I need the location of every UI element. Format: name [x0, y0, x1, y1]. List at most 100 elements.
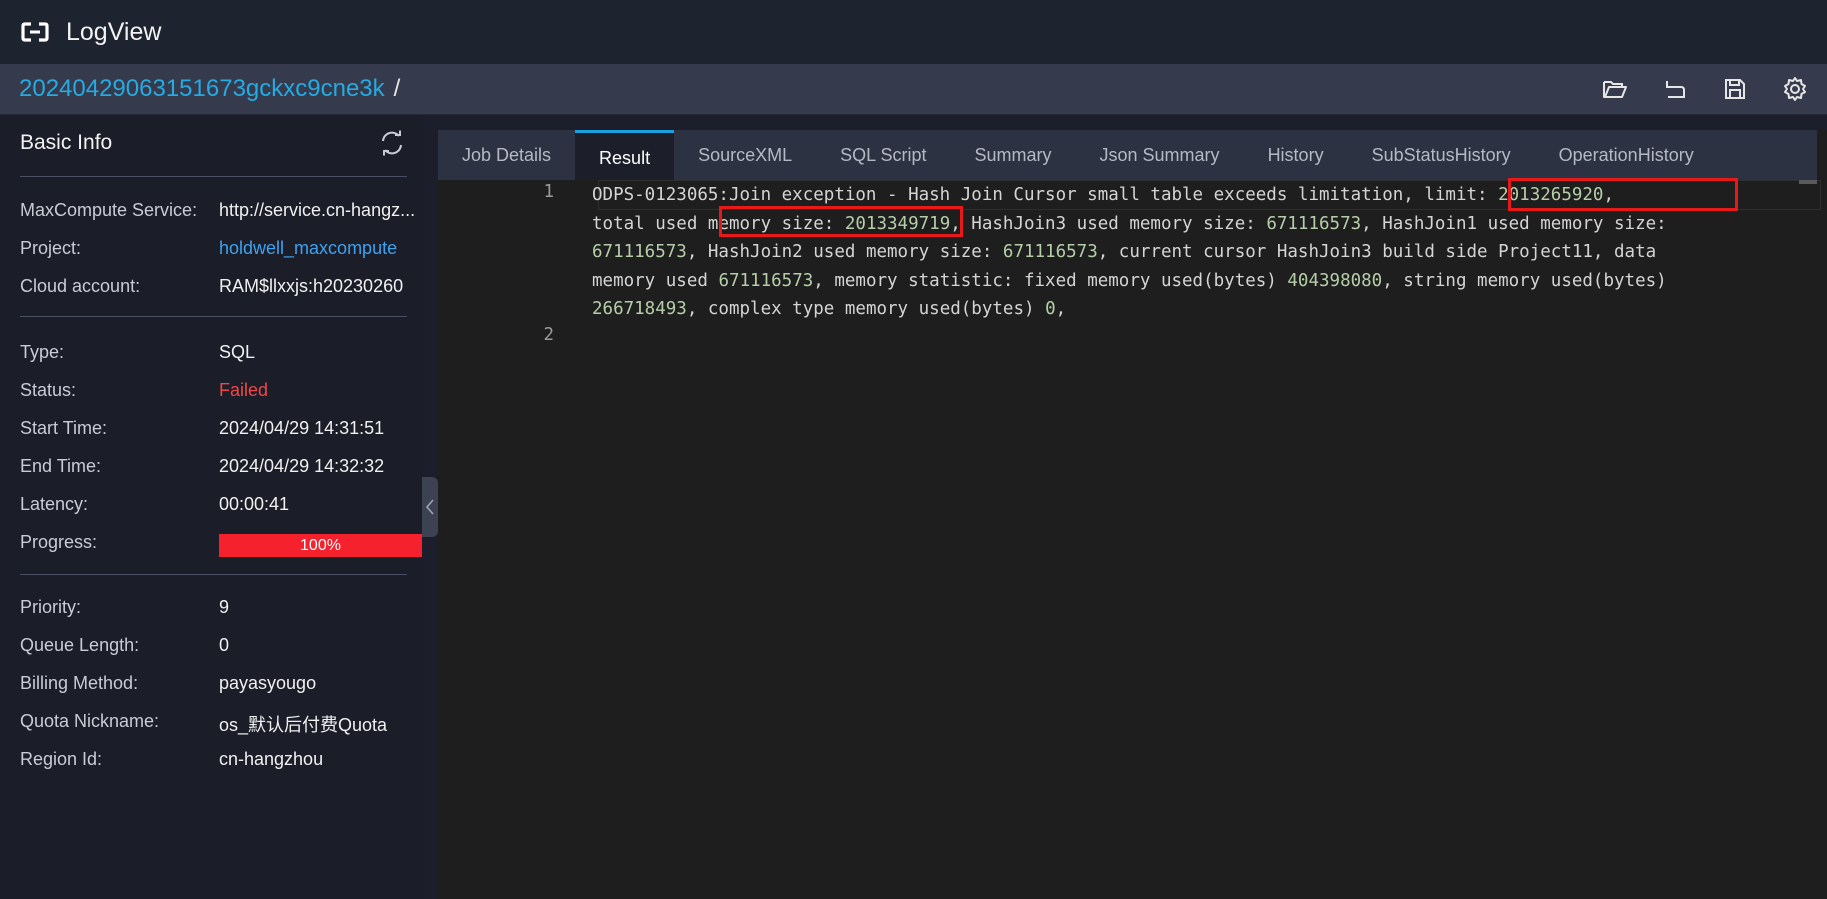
code-text: , HashJoin3 used memory size:: [950, 213, 1267, 234]
info-label: Priority:: [20, 597, 82, 617]
info-label: Cloud account:: [20, 276, 141, 296]
save-button[interactable]: [1713, 67, 1757, 111]
info-value: http://service.cn-hangz...: [219, 200, 416, 220]
code-text: , string memory used(bytes): [1382, 270, 1667, 291]
info-value: 0: [219, 635, 230, 655]
code-text: memory used: [592, 270, 719, 291]
info-value: os_默认后付费Quota: [219, 715, 388, 735]
status-value: Failed: [219, 380, 269, 400]
code-text: ,: [1055, 299, 1067, 319]
info-row-queue-length: Queue Length: 0: [0, 626, 422, 664]
job-bar: 20240429063151673gckxc9cne3k /: [0, 64, 1827, 115]
info-label: Type:: [20, 342, 65, 362]
basic-info-header: Basic Info: [0, 115, 422, 173]
info-label: Region Id:: [20, 749, 103, 769]
info-value: 00:00:41: [219, 494, 290, 514]
info-value: cn-hangzhou: [219, 749, 324, 769]
info-value: SQL: [219, 342, 256, 362]
settings-button[interactable]: [1773, 67, 1817, 111]
tab-operation-history[interactable]: OperationHistory: [1535, 130, 1718, 180]
info-row-region-id: Region Id: cn-hangzhou: [0, 740, 422, 778]
info-label: Progress:: [20, 532, 98, 552]
tab-bar: Job Details Result SourceXML SQL Script …: [438, 130, 1817, 180]
code-text: , HashJoin1 used memory size:: [1361, 213, 1667, 234]
code-text: ,: [1603, 185, 1615, 205]
info-label: MaxCompute Service:: [20, 200, 198, 220]
info-value: RAM$llxxjs:h20230260: [219, 276, 404, 296]
info-row-latency: Latency: 00:00:41: [0, 485, 422, 523]
info-row-progress: Progress: 100%: [0, 523, 422, 561]
code-number: 0: [1045, 299, 1056, 319]
refresh-button[interactable]: [378, 129, 406, 157]
project-link[interactable]: holdwell_maxcompute: [219, 238, 419, 259]
code-number: 404398080: [1287, 270, 1383, 291]
info-label: Quota Nickname:: [20, 711, 160, 731]
job-id-link[interactable]: 20240429063151673gckxc9cne3k: [19, 75, 385, 103]
tab-sql-script[interactable]: SQL Script: [816, 130, 950, 180]
code-line: memory used 671116573, memory statistic:…: [592, 267, 1822, 296]
tab-sub-status-history[interactable]: SubStatusHistory: [1348, 130, 1535, 180]
code-line: 266718493, complex type memory used(byte…: [592, 295, 1822, 324]
info-row-end-time: End Time: 2024/04/29 14:32:32: [0, 447, 422, 485]
code-text: memory size:: [707, 213, 845, 234]
info-row-billing-method: Billing Method: payasyougo: [0, 664, 422, 702]
folder-open-icon: [1603, 81, 1627, 98]
result-editor[interactable]: 1 2 ODPS-0123065:Join exception - Hash J…: [438, 178, 1821, 899]
code-number: 2013349719: [844, 213, 951, 234]
code-number: 2013265920: [1498, 185, 1604, 205]
line-number: 1: [543, 182, 554, 202]
undo-icon: [1666, 81, 1685, 98]
tab-history[interactable]: History: [1244, 130, 1348, 180]
tab-job-details[interactable]: Job Details: [438, 130, 575, 180]
refresh-icon: [382, 130, 402, 156]
breadcrumb-separator: /: [393, 75, 401, 102]
info-row-quota-nickname: Quota Nickname: os_默认后付费Quota: [0, 702, 422, 740]
tab-json-summary[interactable]: Json Summary: [1076, 130, 1244, 180]
code-text: , current cursor HashJoin3 build side Pr…: [1097, 242, 1657, 262]
code-text: limit:: [1424, 185, 1499, 205]
top-bar: LogView: [0, 0, 1827, 64]
code-text: total used: [592, 213, 708, 234]
info-value: 2024/04/29 14:32:32: [219, 456, 385, 476]
code-number: 266718493: [592, 299, 687, 319]
info-label: Latency:: [20, 494, 89, 514]
info-label: Project:: [20, 238, 82, 258]
code-number: 671116573: [718, 270, 814, 291]
gear-icon: [1784, 77, 1806, 101]
code-text: , memory statistic: fixed memory used(by…: [813, 270, 1288, 291]
info-row-status: Status: Failed: [0, 371, 422, 409]
info-row-maxcompute-service: MaxCompute Service: http://service.cn-ha…: [0, 191, 422, 229]
line-number: 2: [543, 325, 554, 345]
info-value: 9: [219, 597, 230, 617]
undo-button[interactable]: [1653, 67, 1697, 111]
info-label: Queue Length:: [20, 635, 140, 655]
info-row-start-time: Start Time: 2024/04/29 14:31:51: [0, 409, 422, 447]
open-file-button[interactable]: [1593, 67, 1637, 111]
code-number: 671116573: [1266, 213, 1362, 234]
progress-fill: 100%: [219, 534, 422, 557]
code-line: ODPS-0123065:Join exception - Hash Join …: [592, 181, 1822, 210]
collapse-sidebar-button[interactable]: [422, 477, 438, 537]
info-row-project: Project: holdwell_maxcompute: [0, 229, 422, 267]
basic-info-title: Basic Info: [20, 131, 113, 154]
progress-bar: 100%: [219, 534, 422, 557]
code-line: total used memory size: 2013349719, Hash…: [592, 210, 1822, 239]
tab-source-xml[interactable]: SourceXML: [674, 130, 816, 180]
code-line: 671116573, HashJoin2 used memory size: 6…: [592, 238, 1822, 267]
tab-summary[interactable]: Summary: [951, 130, 1076, 180]
info-value: payasyougo: [219, 673, 317, 693]
info-row-priority: Priority: 9: [0, 588, 422, 626]
tab-result[interactable]: Result: [575, 130, 675, 180]
app-title: LogView: [66, 17, 162, 46]
info-label: End Time:: [20, 456, 102, 476]
chevron-left-icon: [425, 499, 434, 515]
code-text: ODPS-0123065:Join exception - Hash Join …: [592, 185, 1425, 205]
info-label: Start Time:: [20, 418, 108, 438]
logo-icon: [20, 21, 50, 43]
code-number: 671116573: [1002, 242, 1098, 262]
info-label: Billing Method:: [20, 673, 139, 693]
info-value: 2024/04/29 14:31:51: [219, 418, 385, 438]
job-actions: [1577, 64, 1817, 114]
code-text: , complex type memory used(bytes): [686, 299, 1046, 319]
info-label: Status:: [20, 380, 77, 400]
